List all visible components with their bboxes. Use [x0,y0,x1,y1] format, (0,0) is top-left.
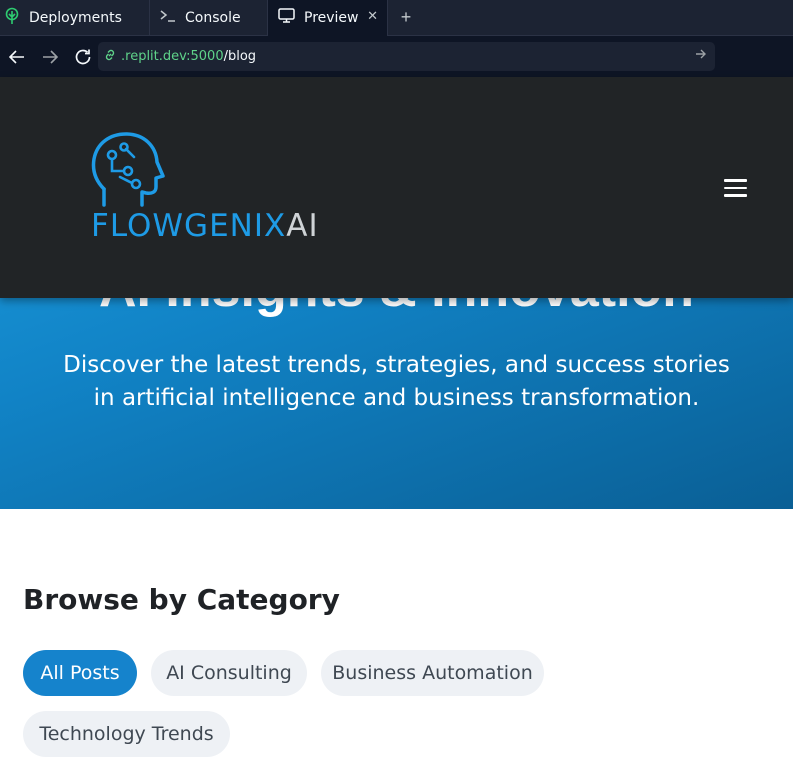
tab-console[interactable]: Console [150,0,268,35]
workspace-tabbar: Deployments Console Preview ✕ + [0,0,793,36]
new-tab-button[interactable]: + [388,0,424,35]
hamburger-bar [724,186,747,189]
category-chip-business-automation[interactable]: Business Automation [321,650,544,696]
tab-label: Preview [304,9,359,26]
tab-preview[interactable]: Preview ✕ [268,0,388,36]
arrow-left-icon [8,49,24,64]
tab-label: Console [185,9,241,26]
tab-deployments[interactable]: Deployments [0,0,150,35]
category-chip-technology-trends[interactable]: Technology Trends [23,711,230,757]
brand-name: FLOWGENIX [91,208,287,244]
url-path: /blog [223,49,257,64]
forward-button[interactable] [33,36,66,77]
go-arrow-icon[interactable] [695,48,707,64]
arrow-right-icon [42,49,58,64]
category-chip-ai-consulting[interactable]: AI Consulting [151,650,307,696]
brand-suffix: AI [286,208,319,244]
link-icon [103,48,117,66]
menu-toggle-button[interactable] [724,179,748,197]
back-button[interactable] [0,36,33,77]
hamburger-bar [724,179,747,182]
brand-wordmark[interactable]: FLOWGENIXAI [91,208,319,244]
site-header: FLOWGENIXAI [0,77,793,298]
monitor-icon [278,8,295,27]
category-section-title: Browse by Category [23,583,340,616]
url-host: .replit.dev:5000 [121,49,224,64]
hero-subtitle: Discover the latest trends, strategies, … [63,352,730,411]
address-bar[interactable]: .replit.dev:5000/blog [98,42,715,71]
url-toolbar: .replit.dev:5000/blog [0,36,793,99]
close-tab-icon[interactable]: ✕ [367,9,378,24]
category-chip-all-posts[interactable]: All Posts [23,650,137,696]
reload-button[interactable] [66,36,99,77]
brain-head-logo-icon[interactable] [90,131,168,209]
hamburger-bar [724,194,747,197]
deployments-icon [4,7,20,29]
tab-label: Deployments [29,9,122,26]
reload-icon [75,49,90,64]
terminal-icon [160,9,176,27]
plus-icon: + [400,7,412,27]
